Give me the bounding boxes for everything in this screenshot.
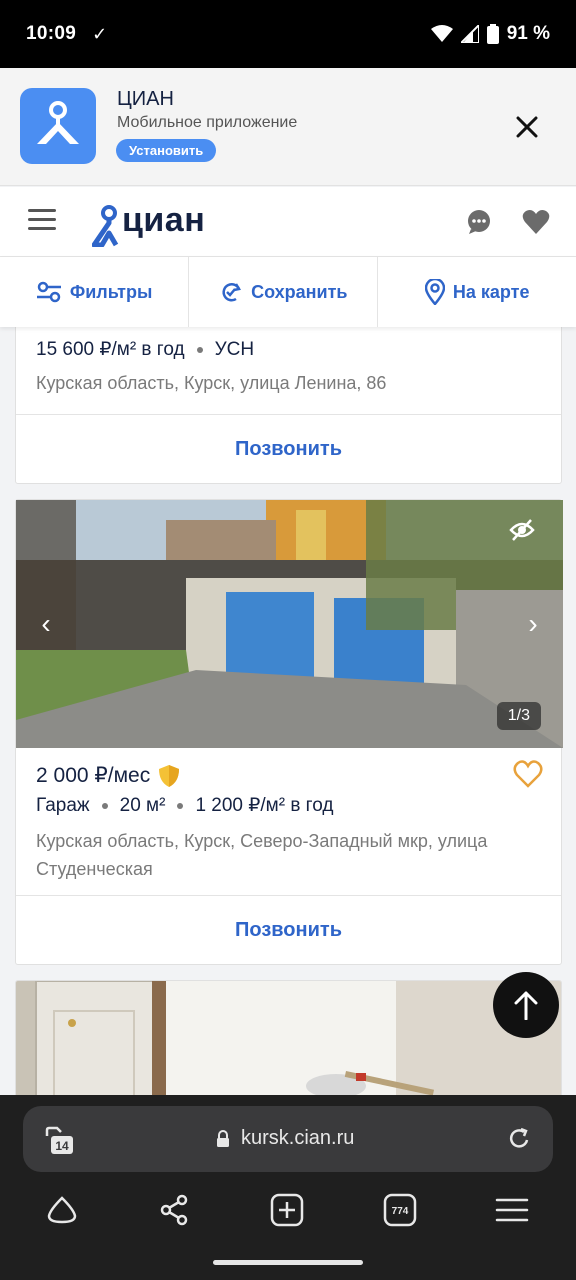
battery-level: 91 % [506, 23, 550, 44]
listing-photo[interactable] [16, 981, 562, 1095]
browser-menu-button[interactable] [492, 1190, 532, 1230]
hide-listing-icon[interactable] [509, 518, 535, 542]
cian-logo[interactable]: циан [92, 197, 205, 247]
call-button[interactable]: Позвонить [16, 895, 561, 965]
listing-price-row: 2 000 ₽/мес [36, 763, 541, 788]
gesture-home-indicator[interactable] [213, 1260, 363, 1265]
price-per-m2: 1 200 ₽/м² в год [195, 795, 334, 816]
map-pin-icon [424, 279, 445, 305]
filters-icon [36, 281, 61, 303]
app-install-banner: ЦИАН Мобильное приложение Установить [0, 68, 576, 186]
separator-dot [101, 802, 108, 809]
listing-details: Гараж 20 м² 1 200 ₽/м² в год [36, 794, 541, 817]
listing-card[interactable] [15, 980, 562, 1095]
save-search-label: Сохранить [251, 281, 348, 302]
listing-address: Курская область, Курск, Северо-Западный … [36, 831, 488, 879]
save-search-button[interactable]: Сохранить [189, 257, 379, 327]
price-per-m2: 15 600 ₽/м² в год [36, 339, 185, 360]
site-header: циан [0, 187, 576, 257]
arrow-up-icon [514, 991, 538, 1020]
tab-badge: 14 [55, 1139, 69, 1153]
address-bar[interactable]: 14 kursk.cian.ru [23, 1106, 553, 1172]
filters-button[interactable]: Фильтры [0, 257, 190, 327]
listing-price-line: 15 600 ₽/м² в год УСН [36, 338, 541, 361]
hamburger-menu-icon[interactable] [28, 209, 56, 231]
app-title: ЦИАН [117, 88, 174, 110]
url-text: kursk.cian.ru [241, 1127, 355, 1149]
map-view-button[interactable]: На карте [378, 257, 576, 327]
separator-dot [196, 346, 203, 353]
listing-card[interactable]: ‹ › 1/3 2 000 ₽/мес Гараж 20 м² 1 200 ₽/… [15, 499, 563, 965]
save-search-icon [222, 283, 242, 302]
tab-count: 774 [392, 1206, 409, 1217]
wifi-icon [430, 25, 453, 42]
install-button[interactable]: Установить [116, 139, 217, 162]
house-pin-icon [37, 101, 79, 144]
share-button[interactable] [154, 1190, 194, 1230]
tax-system: УСН [214, 338, 255, 360]
status-bar: 10:09 ✓ 91 % [0, 0, 576, 68]
plus-square-icon [270, 1193, 304, 1227]
filter-bar: Фильтры Сохранить На карте [0, 257, 576, 327]
battery-icon [486, 24, 499, 44]
map-view-label: На карте [452, 281, 530, 302]
next-photo-icon[interactable]: › [519, 610, 547, 638]
tabs-group-icon[interactable]: 14 [43, 1124, 75, 1156]
cian-app-logo [20, 88, 96, 164]
call-button[interactable]: Позвонить [16, 414, 561, 484]
garage-photo [16, 500, 563, 748]
new-tab-button[interactable] [267, 1190, 307, 1230]
reload-icon[interactable] [507, 1127, 531, 1151]
tabs-button[interactable]: 774 [380, 1190, 420, 1230]
property-area: 20 м² [119, 794, 166, 816]
app-subtitle: Мобильное приложение [117, 114, 298, 131]
favorite-heart-icon[interactable] [513, 760, 543, 788]
listing-address: Курская область, Курск, улица Ленина, 86 [36, 373, 387, 393]
hamburger-menu-icon [495, 1198, 529, 1222]
tabs-counter-icon: 774 [383, 1193, 417, 1227]
lock-icon [217, 1130, 229, 1147]
filters-label: Фильтры [69, 281, 153, 302]
share-icon [160, 1194, 188, 1226]
logo-text: циан [122, 201, 206, 239]
prev-photo-icon[interactable]: ‹ [32, 610, 60, 638]
home-button[interactable] [42, 1190, 82, 1230]
check-icon: ✓ [92, 23, 108, 44]
home-drop-icon [47, 1196, 77, 1224]
listing-card[interactable]: 15 600 ₽/м² в год УСН Курская область, К… [15, 327, 562, 484]
browser-toolbar: 14 kursk.cian.ru 774 [0, 1095, 576, 1280]
scroll-to-top-button[interactable] [493, 972, 559, 1038]
browser-nav-bar: 774 [0, 1190, 576, 1238]
favorites-heart-icon[interactable] [522, 209, 550, 235]
status-time: 10:09 [26, 23, 77, 44]
property-type: Гараж [36, 794, 90, 816]
verified-shield-icon [159, 764, 180, 787]
photo-counter: 1/3 [496, 702, 541, 730]
signal-icon [460, 25, 479, 43]
separator-dot [177, 802, 184, 809]
close-icon[interactable] [514, 114, 540, 140]
chat-icon[interactable] [466, 209, 492, 235]
listing-price: 2 000 ₽/мес [36, 764, 151, 787]
logo-pin-icon [92, 205, 119, 247]
listing-photo[interactable]: ‹ › 1/3 [16, 500, 563, 748]
listings-feed: 15 600 ₽/м² в год УСН Курская область, К… [0, 327, 576, 1095]
status-indicators: 91 % [430, 23, 550, 45]
